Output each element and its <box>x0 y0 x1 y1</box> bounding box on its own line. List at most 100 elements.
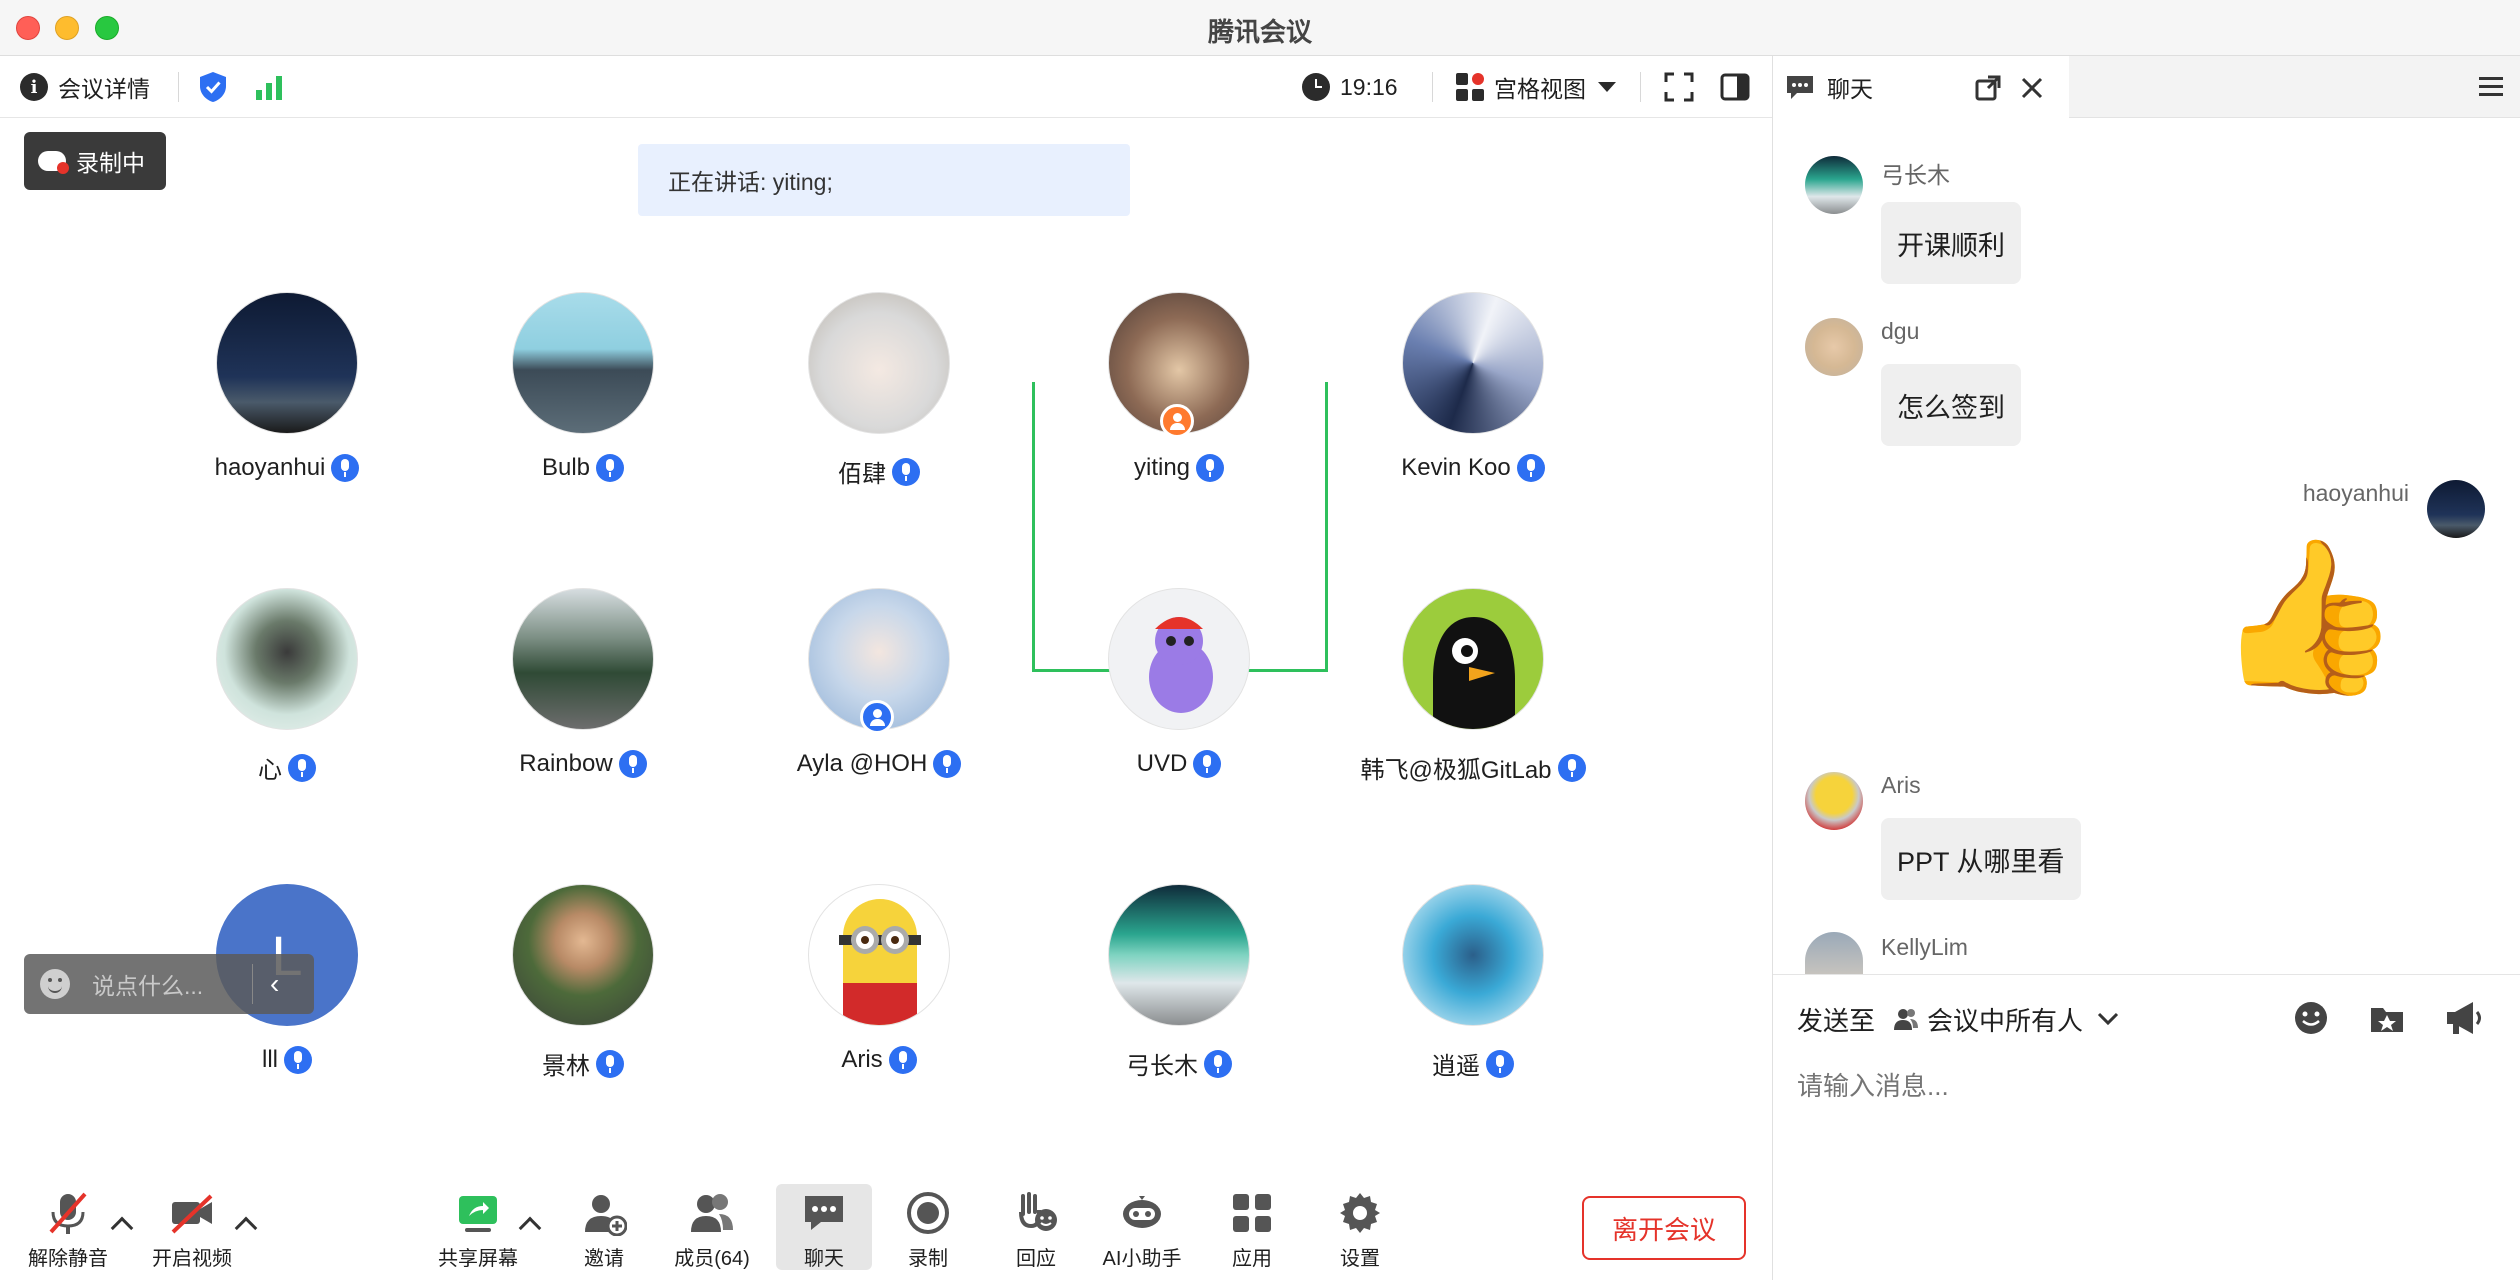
avatar <box>1805 156 1863 214</box>
participant-name: 弓长木 <box>1126 1053 1198 1080</box>
menu-icon[interactable] <box>2477 74 2505 100</box>
chat-message-input[interactable] <box>1797 1056 2497 1116</box>
mic-icon <box>596 454 625 482</box>
members-button[interactable]: 成员(64) <box>664 1184 760 1280</box>
participant-tile[interactable]: Ayla @HOH <box>732 574 1026 864</box>
share-screen-icon <box>455 1190 501 1236</box>
leave-meeting-button[interactable]: 离开会议 <box>1582 1196 1746 1260</box>
pop-out-icon[interactable] <box>1975 75 2001 101</box>
security-shield-button[interactable] <box>198 56 228 118</box>
mic-icon <box>1196 454 1225 482</box>
participant-tile[interactable]: 韩飞@极狐GitLab <box>1326 574 1620 864</box>
participant-tile[interactable]: 弓长木 <box>1032 870 1326 1160</box>
raise-hand-icon <box>1013 1190 1059 1236</box>
unmute-button[interactable]: 解除静音 <box>20 1184 116 1280</box>
host-badge-icon <box>1160 404 1194 438</box>
mic-icon <box>596 1049 624 1078</box>
avatar <box>1805 318 1863 376</box>
emoji-icon[interactable] <box>40 969 70 999</box>
toggle-side-panel-button[interactable] <box>1720 56 1750 118</box>
share-screen-button[interactable]: 共享屏幕 <box>430 1184 526 1280</box>
fullscreen-icon <box>1664 72 1694 102</box>
close-icon[interactable] <box>2019 75 2045 101</box>
mic-muted-icon <box>45 1190 91 1236</box>
meeting-time: 19:16 <box>1340 73 1398 100</box>
participant-tile[interactable]: UVD <box>1032 574 1326 864</box>
participant-name: UVD <box>1136 750 1188 777</box>
speaking-text: 正在讲话: yiting; <box>668 169 833 195</box>
apps-button[interactable]: 应用 <box>1204 1184 1300 1280</box>
divider <box>178 72 179 102</box>
apps-label: 应用 <box>1232 1248 1272 1270</box>
participant-tile[interactable]: Bulb <box>436 278 730 568</box>
folder-icon[interactable] <box>2369 1000 2405 1036</box>
message-bubble: 怎么签到 <box>1881 364 2021 446</box>
chat-button[interactable]: 聊天 <box>776 1184 872 1270</box>
meeting-info-label: 会议详情 <box>58 76 150 102</box>
settings-button[interactable]: 设置 <box>1312 1184 1408 1280</box>
members-icon <box>689 1190 735 1236</box>
info-icon: i <box>20 73 48 101</box>
tab-chat[interactable]: 聊天 <box>1773 56 2069 118</box>
view-mode-dropdown[interactable]: 宫格视图 <box>1456 56 1616 118</box>
recording-label: 录制中 <box>76 150 145 176</box>
avatar <box>1805 772 1863 830</box>
message-bubble: 开课顺利 <box>1881 202 2021 284</box>
avatar <box>1402 292 1544 434</box>
ai-robot-icon <box>1119 1190 1165 1236</box>
ai-assistant-button[interactable]: AI小助手 <box>1094 1184 1190 1280</box>
share-screen-label: 共享屏幕 <box>438 1248 518 1270</box>
participant-tile[interactable]: 佰肆 <box>732 278 1026 568</box>
participant-tile[interactable]: Aris <box>732 870 1026 1160</box>
collapse-chevron-icon[interactable]: ‹ <box>270 954 279 1014</box>
message-sender: Aris <box>1881 772 1921 798</box>
record-label: 录制 <box>908 1248 948 1270</box>
meeting-clock: 19:16 <box>1302 56 1398 118</box>
react-button[interactable]: 回应 <box>988 1184 1084 1280</box>
quick-chat-bar[interactable]: 说点什么... ‹ <box>24 954 314 1014</box>
fullscreen-button[interactable] <box>1664 56 1694 118</box>
invite-button[interactable]: 邀请 <box>556 1184 652 1280</box>
quick-chat-input[interactable]: 说点什么... <box>92 967 203 1001</box>
message-sender: 弓长木 <box>1881 162 1950 188</box>
participant-name: yiting <box>1133 454 1191 481</box>
chat-label: 聊天 <box>804 1248 844 1270</box>
avatar <box>1108 588 1250 730</box>
app-window: 腾讯会议 i 会议详情 19:16 宫格视图 录制中 正在讲话: yiting;… <box>0 0 2520 1280</box>
participant-tile[interactable]: 景林 <box>436 870 730 1160</box>
chat-tab-bar: 聊天 <box>1773 56 2520 118</box>
mic-icon <box>331 454 360 482</box>
start-video-button[interactable]: 开启视频 <box>144 1184 240 1280</box>
cloud-record-icon <box>38 151 69 174</box>
clock-icon <box>1302 73 1330 101</box>
apps-grid-icon <box>1229 1190 1275 1236</box>
participant-tile[interactable]: 逍遥 <box>1326 870 1620 1160</box>
ai-assistant-label: AI小助手 <box>1102 1248 1182 1270</box>
mic-icon <box>618 750 647 778</box>
network-signal-button[interactable] <box>254 56 284 118</box>
participant-tile[interactable]: L lll <box>140 870 434 1160</box>
people-icon <box>1894 1009 1919 1030</box>
participant-name: Rainbow <box>519 750 613 777</box>
start-video-label: 开启视频 <box>152 1248 232 1270</box>
send-to-selector[interactable]: 发送至 会议中所有人 <box>1797 994 2119 1044</box>
record-button[interactable]: 录制 <box>880 1184 976 1280</box>
meeting-info-button[interactable]: i 会议详情 <box>20 56 150 118</box>
emoji-icon[interactable] <box>2293 1000 2329 1036</box>
participant-tile[interactable]: yiting <box>1032 278 1326 568</box>
mic-icon <box>933 750 962 778</box>
avatar <box>2427 480 2485 538</box>
participant-tile[interactable]: haoyanhui <box>140 278 434 568</box>
mic-icon <box>288 753 316 782</box>
participant-name: 心 <box>258 757 282 784</box>
participant-tile[interactable]: Kevin Koo <box>1326 278 1620 568</box>
megaphone-icon[interactable] <box>2445 1000 2483 1036</box>
mic-icon <box>1516 454 1545 482</box>
chevron-down-icon <box>2097 1012 2119 1026</box>
participant-tile[interactable]: Rainbow <box>436 574 730 864</box>
participant-tile[interactable]: 心 <box>140 574 434 864</box>
recording-badge[interactable]: 录制中 <box>24 132 166 190</box>
avatar <box>1402 588 1544 730</box>
participant-name: lll <box>262 1046 278 1073</box>
camera-off-icon <box>169 1190 215 1236</box>
